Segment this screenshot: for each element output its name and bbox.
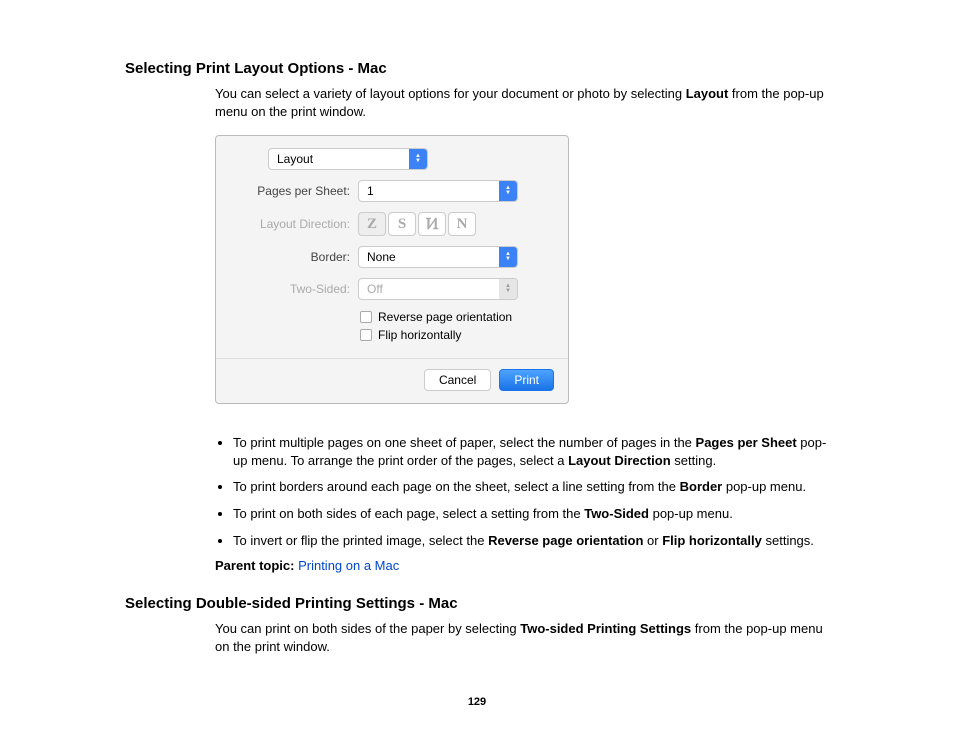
- bold-fragment: Flip horizontally: [662, 533, 762, 548]
- border-label: Border:: [230, 250, 350, 264]
- layout-bold: Layout: [686, 86, 729, 101]
- text-fragment: To print borders around each page on the…: [233, 479, 680, 494]
- chevron-updown-icon: ▲▼: [499, 247, 517, 267]
- parent-topic-link[interactable]: Printing on a Mac: [298, 558, 399, 573]
- text-fragment: To print multiple pages on one sheet of …: [233, 435, 696, 450]
- chevron-updown-icon: ▲▼: [409, 149, 427, 169]
- main-layout-select[interactable]: Layout ▲▼: [268, 148, 428, 170]
- print-layout-dialog: Layout ▲▼ Pages per Sheet: 1 ▲▼ Layout D…: [215, 135, 569, 404]
- layout-direction-label: Layout Direction:: [230, 217, 350, 231]
- text-fragment: pop-up menu.: [722, 479, 806, 494]
- list-item: To print on both sides of each page, sel…: [233, 505, 829, 523]
- section-heading-2: Selecting Double-sided Printing Settings…: [125, 595, 829, 612]
- pages-per-sheet-select[interactable]: 1 ▲▼: [358, 180, 518, 202]
- two-sided-select: Off ▲▼: [358, 278, 518, 300]
- instruction-list: To print multiple pages on one sheet of …: [215, 434, 829, 549]
- bold-fragment: Pages per Sheet: [696, 435, 797, 450]
- pages-per-sheet-label: Pages per Sheet:: [230, 184, 350, 198]
- bold-fragment: Layout Direction: [568, 453, 671, 468]
- text-fragment: To print on both sides of each page, sel…: [233, 506, 584, 521]
- section-heading-1: Selecting Print Layout Options - Mac: [125, 60, 829, 77]
- border-value: None: [367, 250, 396, 264]
- bold-fragment: Two-Sided: [584, 506, 649, 521]
- dialog-separator: [216, 358, 568, 359]
- layout-direction-seg-z[interactable]: Z: [358, 212, 386, 236]
- text-fragment: setting.: [671, 453, 717, 468]
- bold-fragment: Reverse page orientation: [488, 533, 643, 548]
- text-fragment: To invert or flip the printed image, sel…: [233, 533, 488, 548]
- border-select[interactable]: None ▲▼: [358, 246, 518, 268]
- intro-text: You can print on both sides of the paper…: [215, 621, 520, 636]
- bold-fragment: Border: [680, 479, 723, 494]
- two-sided-label: Two-Sided:: [230, 282, 350, 296]
- flip-horizontally-row[interactable]: Flip horizontally: [360, 328, 554, 342]
- text-fragment: pop-up menu.: [649, 506, 733, 521]
- flip-horizontally-checkbox[interactable]: [360, 329, 372, 341]
- chevron-updown-icon: ▲▼: [499, 181, 517, 201]
- print-button[interactable]: Print: [499, 369, 554, 391]
- layout-direction-seg-w[interactable]: Ͷ: [418, 212, 446, 236]
- pages-per-sheet-value: 1: [367, 184, 374, 198]
- layout-direction-seg-n[interactable]: N: [448, 212, 476, 236]
- chevron-updown-icon: ▲▼: [499, 279, 517, 299]
- text-fragment: or: [643, 533, 662, 548]
- reverse-orientation-row[interactable]: Reverse page orientation: [360, 310, 554, 324]
- section-intro-1: You can select a variety of layout optio…: [215, 85, 829, 121]
- list-item: To invert or flip the printed image, sel…: [233, 532, 829, 550]
- layout-direction-seg-s[interactable]: S: [388, 212, 416, 236]
- two-sided-value: Off: [367, 282, 383, 296]
- main-select-value: Layout: [277, 152, 313, 166]
- intro-text: You can select a variety of layout optio…: [215, 86, 686, 101]
- text-fragment: settings.: [762, 533, 814, 548]
- flip-horizontally-label: Flip horizontally: [378, 328, 461, 342]
- parent-topic: Parent topic: Printing on a Mac: [215, 558, 829, 573]
- list-item: To print borders around each page on the…: [233, 478, 829, 496]
- page-number: 129: [0, 696, 954, 708]
- reverse-orientation-checkbox[interactable]: [360, 311, 372, 323]
- two-sided-bold: Two-sided Printing Settings: [520, 621, 691, 636]
- list-item: To print multiple pages on one sheet of …: [233, 434, 829, 469]
- cancel-button[interactable]: Cancel: [424, 369, 491, 391]
- parent-topic-label: Parent topic:: [215, 558, 298, 573]
- section-intro-2: You can print on both sides of the paper…: [215, 620, 829, 656]
- layout-direction-segments: Z S Ͷ N: [358, 212, 476, 236]
- reverse-orientation-label: Reverse page orientation: [378, 310, 512, 324]
